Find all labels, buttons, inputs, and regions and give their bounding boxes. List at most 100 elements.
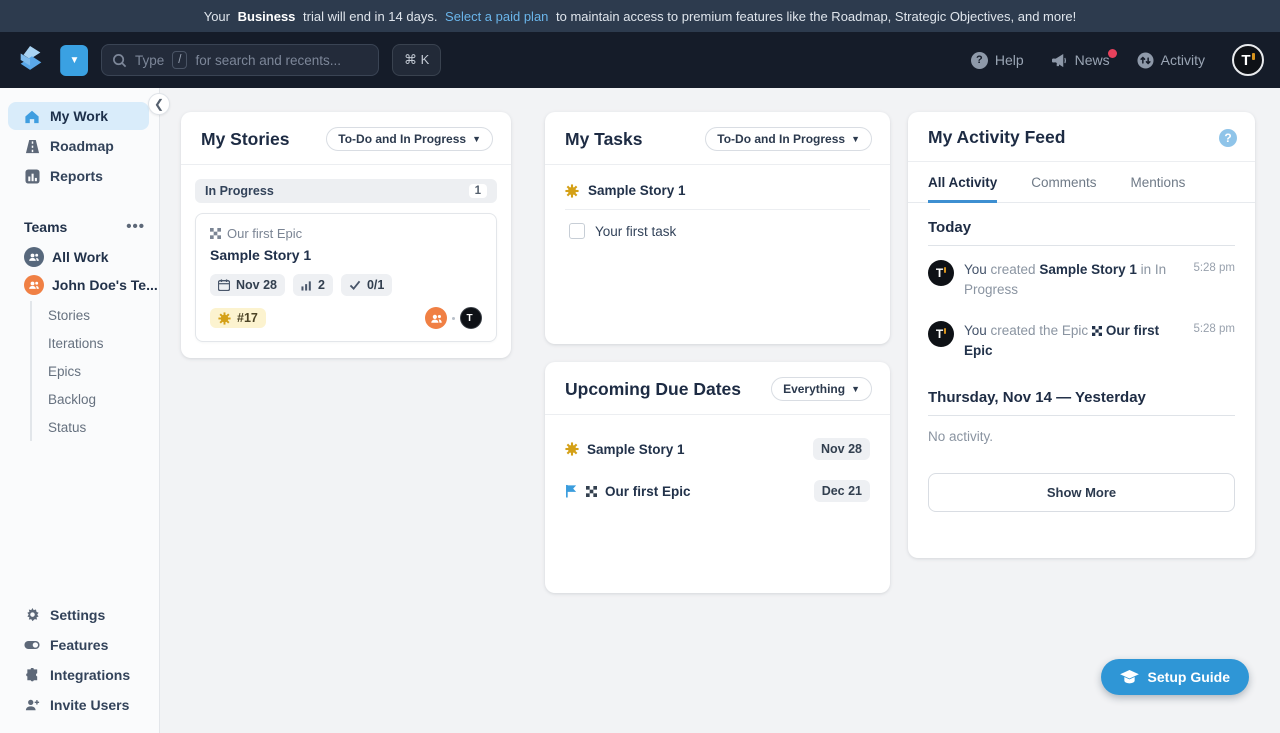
story-id-value: #17 bbox=[237, 311, 258, 325]
epic-icon bbox=[1092, 326, 1102, 336]
owner-avatar[interactable]: T bbox=[460, 307, 482, 329]
sidebar-item-label: Invite Users bbox=[50, 697, 129, 713]
stories-body: In Progress 1 Our first Epic Sample Stor… bbox=[181, 165, 511, 356]
banner-plan-name: Business bbox=[238, 9, 296, 24]
feed-action: created bbox=[987, 262, 1040, 277]
tasks-chip[interactable]: 0/1 bbox=[341, 274, 392, 296]
teams-header-label: Teams bbox=[24, 219, 67, 235]
sidebar-item-backlog[interactable]: Backlog bbox=[32, 385, 159, 413]
sidebar-item-reports[interactable]: Reports bbox=[8, 162, 149, 190]
group-count-badge: 1 bbox=[469, 184, 487, 198]
stories-filter-value: To-Do and In Progress bbox=[338, 132, 466, 146]
search-input[interactable]: Type / for search and recents... bbox=[101, 44, 379, 76]
avatar-accent-mark bbox=[474, 313, 476, 318]
tab-comments[interactable]: Comments bbox=[1031, 162, 1096, 203]
feed-item[interactable]: T You created Sample Story 1 in In Progr… bbox=[928, 246, 1235, 307]
tasks-filter-value: To-Do and In Progress bbox=[717, 132, 845, 146]
due-filter-value: Everything bbox=[783, 382, 845, 396]
all-work-avatar bbox=[24, 247, 44, 267]
setup-guide-label: Setup Guide bbox=[1148, 669, 1230, 685]
banner-text-prefix: Your bbox=[204, 9, 234, 24]
due-date-chip[interactable]: Nov 28 bbox=[210, 274, 285, 296]
story-card[interactable]: Our first Epic Sample Story 1 Nov 28 2 0… bbox=[195, 213, 497, 342]
tab-all-activity[interactable]: All Activity bbox=[928, 162, 997, 203]
sidebar-item-iterations[interactable]: Iterations bbox=[32, 329, 159, 357]
due-row-epic[interactable]: Our first Epic Dec 21 bbox=[565, 470, 870, 512]
select-paid-plan-link[interactable]: Select a paid plan bbox=[445, 9, 548, 24]
sidebar-item-settings[interactable]: Settings bbox=[8, 601, 149, 629]
points-value: 2 bbox=[318, 278, 325, 292]
task-row[interactable]: Your first task bbox=[565, 210, 870, 252]
due-filter-dropdown[interactable]: Everything ▼ bbox=[771, 377, 872, 401]
avatar-initial: T bbox=[466, 313, 472, 324]
story-id-badge[interactable]: #17 bbox=[210, 308, 266, 328]
shortcut-logo-icon[interactable] bbox=[16, 44, 46, 76]
sidebar-item-label: Features bbox=[50, 637, 108, 653]
setup-guide-button[interactable]: Setup Guide bbox=[1101, 659, 1249, 695]
megaphone-icon bbox=[1051, 53, 1068, 68]
feed-subject-link[interactable]: Sample Story 1 bbox=[1039, 262, 1137, 277]
sidebar-item-epics[interactable]: Epics bbox=[32, 357, 159, 385]
sidebar-item-roadmap[interactable]: Roadmap bbox=[8, 132, 149, 160]
sidebar-item-john-does-team[interactable]: John Doe's Te... bbox=[0, 271, 159, 299]
requester-avatar[interactable] bbox=[425, 307, 447, 329]
avatar-initial: T bbox=[936, 327, 943, 341]
signal-bars-icon bbox=[301, 280, 312, 291]
story-chip-row: Nov 28 2 0/1 bbox=[210, 274, 482, 296]
road-icon bbox=[24, 139, 40, 154]
avatar-initial: T bbox=[1241, 52, 1250, 69]
tasks-filter-dropdown[interactable]: To-Do and In Progress ▼ bbox=[705, 127, 872, 151]
dashboard-main: My Stories To-Do and In Progress ▼ In Pr… bbox=[160, 88, 1280, 733]
feed-avatar: T bbox=[928, 321, 954, 347]
feed-date-heading-yesterday: Thursday, Nov 14 — Yesterday bbox=[928, 375, 1235, 416]
left-sidebar: ❮ My Work Roadmap Reports Teams ••• All … bbox=[0, 88, 160, 733]
top-navbar: Create Story ▼ Type / for search and rec… bbox=[0, 32, 1280, 88]
my-stories-header: My Stories To-Do and In Progress ▼ bbox=[181, 112, 511, 165]
points-chip[interactable]: 2 bbox=[293, 274, 333, 296]
due-date-badge: Dec 21 bbox=[814, 480, 870, 502]
task-story-link[interactable]: Sample Story 1 bbox=[565, 169, 870, 210]
help-menu[interactable]: ? Help bbox=[971, 52, 1024, 69]
caret-down-icon: ▼ bbox=[70, 55, 80, 66]
my-tasks-card: My Tasks To-Do and In Progress ▼ Sample … bbox=[545, 112, 890, 344]
due-row-story[interactable]: Sample Story 1 Nov 28 bbox=[565, 428, 870, 470]
create-story-dropdown-button[interactable]: ▼ bbox=[60, 45, 88, 76]
news-notification-dot bbox=[1108, 49, 1117, 58]
team-links-list: Stories Iterations Epics Backlog Status bbox=[30, 301, 159, 441]
task-checkbox[interactable] bbox=[569, 223, 585, 239]
show-more-button[interactable]: Show More bbox=[928, 473, 1235, 512]
card-title: My Activity Feed bbox=[928, 127, 1065, 148]
story-icon bbox=[565, 184, 579, 198]
banner-text-mid: trial will end in 14 days. bbox=[299, 9, 441, 24]
sidebar-item-invite-users[interactable]: Invite Users bbox=[8, 691, 149, 719]
news-label: News bbox=[1075, 52, 1110, 68]
sidebar-item-label: Reports bbox=[50, 168, 103, 184]
sidebar-item-status[interactable]: Status bbox=[32, 413, 159, 441]
sidebar-item-features[interactable]: Features bbox=[8, 631, 149, 659]
avatar-accent-mark bbox=[1252, 53, 1255, 60]
sidebar-item-integrations[interactable]: Integrations bbox=[8, 661, 149, 689]
search-placeholder-rest: for search and recents... bbox=[195, 53, 341, 68]
stories-filter-dropdown[interactable]: To-Do and In Progress ▼ bbox=[326, 127, 493, 151]
sidebar-item-all-work[interactable]: All Work bbox=[0, 243, 159, 271]
sidebar-item-label: Settings bbox=[50, 607, 105, 623]
in-progress-group-header[interactable]: In Progress 1 bbox=[195, 179, 497, 203]
tab-mentions[interactable]: Mentions bbox=[1131, 162, 1186, 203]
sidebar-item-stories[interactable]: Stories bbox=[32, 301, 159, 329]
feed-help-icon[interactable]: ? bbox=[1219, 129, 1237, 147]
search-icon bbox=[112, 53, 127, 68]
sidebar-collapse-button[interactable]: ❮ bbox=[148, 93, 170, 115]
bar-chart-icon bbox=[24, 169, 40, 184]
teams-section-header: Teams ••• bbox=[24, 218, 145, 235]
sidebar-item-my-work[interactable]: My Work bbox=[8, 102, 149, 130]
team-avatar bbox=[24, 275, 44, 295]
activity-menu[interactable]: Activity bbox=[1137, 52, 1205, 69]
feed-date-heading-today: Today bbox=[928, 205, 1235, 246]
user-avatar[interactable]: T bbox=[1232, 44, 1264, 76]
feed-item[interactable]: T You created the Epic Our first Epic 5:… bbox=[928, 307, 1235, 368]
feed-actor: You bbox=[964, 262, 987, 277]
teams-more-icon[interactable]: ••• bbox=[126, 218, 145, 235]
feed-item-text: You created the Epic Our first Epic bbox=[964, 321, 1177, 362]
news-menu[interactable]: News bbox=[1051, 52, 1110, 68]
cmd-k-shortcut-badge[interactable]: ⌘ K bbox=[392, 44, 441, 76]
